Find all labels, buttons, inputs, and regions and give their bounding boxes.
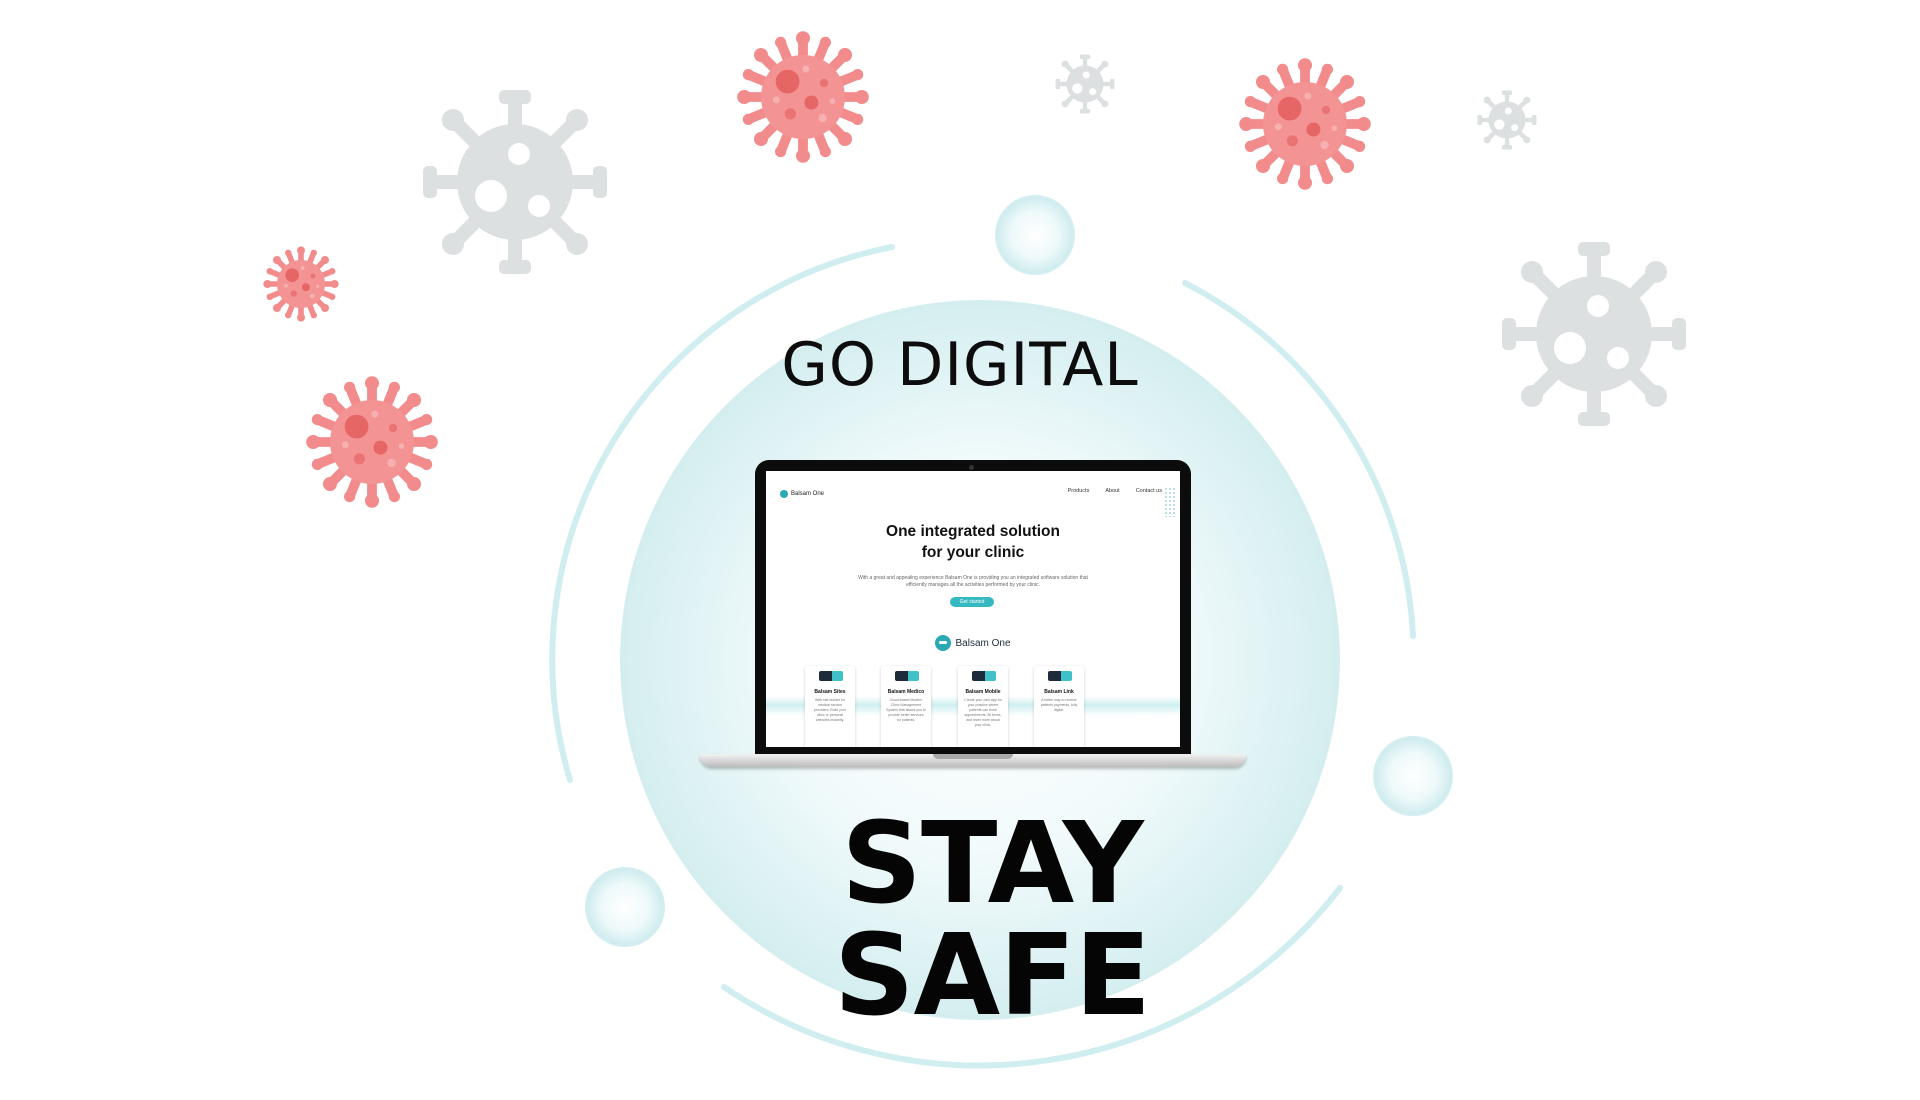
red-virus-icon: [263, 246, 338, 321]
hero-title: One integrated solution for your clinic: [886, 523, 1060, 561]
laptop: Balsam One Products About Contact us One…: [700, 460, 1246, 775]
product-card[interactable]: Balsam Mobile Create your own app for yo…: [958, 666, 1008, 747]
laptop-notch: [933, 754, 1013, 759]
product-logo-icon: [1048, 671, 1072, 681]
product-card[interactable]: Balsam Sites Web site builder for medica…: [805, 666, 855, 747]
product-logo-icon: [819, 671, 843, 681]
product-title: Balsam Sites: [814, 689, 846, 695]
bubble: [995, 195, 1075, 275]
red-virus-icon: [737, 31, 869, 163]
dot-pattern: [1164, 487, 1176, 517]
red-virus-icon: [1239, 58, 1371, 190]
brand-logo: Balsam One: [766, 635, 1180, 651]
site-logo-label: Balsam One: [791, 491, 825, 497]
nav-item-products[interactable]: Products: [1068, 488, 1090, 494]
tagline: STAY SAFE: [833, 799, 1151, 1041]
camera-dot: [969, 465, 974, 470]
bubble: [1373, 736, 1453, 816]
product-card[interactable]: Balsam Medico Cloud-based Modern Clinic …: [881, 666, 931, 747]
product-title: Balsam Link: [1044, 689, 1074, 695]
gray-virus-icon: [1478, 91, 1537, 150]
product-logo-icon: [972, 671, 996, 681]
nav-item-about[interactable]: About: [1105, 488, 1119, 494]
site-nav: Products About Contact us: [1068, 488, 1162, 494]
product-logo-icon: [895, 671, 919, 681]
gray-virus-icon: [423, 90, 607, 274]
site-logo[interactable]: Balsam One: [780, 490, 824, 498]
balsam-logo-icon: [780, 490, 788, 498]
laptop-screen: Balsam One Products About Contact us One…: [766, 471, 1180, 747]
product-title: Balsam Mobile: [965, 689, 1001, 695]
gray-virus-icon: [1056, 55, 1115, 114]
laptop-bezel: Balsam One Products About Contact us One…: [755, 460, 1191, 756]
product-description: Create your own app for your practice wh…: [964, 698, 1002, 727]
product-title: Balsam Medico: [887, 689, 925, 695]
nav-item-contact[interactable]: Contact us: [1136, 488, 1162, 494]
get-started-button[interactable]: Get started: [950, 597, 994, 607]
bubble: [585, 867, 665, 947]
headline: GO DIGITAL: [781, 330, 1139, 400]
product-description: Web site builder for medical service pro…: [814, 698, 846, 722]
product-description: Cloud-based Modern Clinic Management Sys…: [886, 698, 926, 722]
brand-name: Balsam One: [955, 637, 1011, 649]
hero-description: With a great and appealing experience Ba…: [858, 575, 1088, 588]
balsam-brand-icon: [935, 635, 952, 651]
product-description: A better way to receive patients payment…: [1040, 698, 1078, 712]
product-card[interactable]: Balsam Link A better way to receive pati…: [1034, 666, 1084, 747]
